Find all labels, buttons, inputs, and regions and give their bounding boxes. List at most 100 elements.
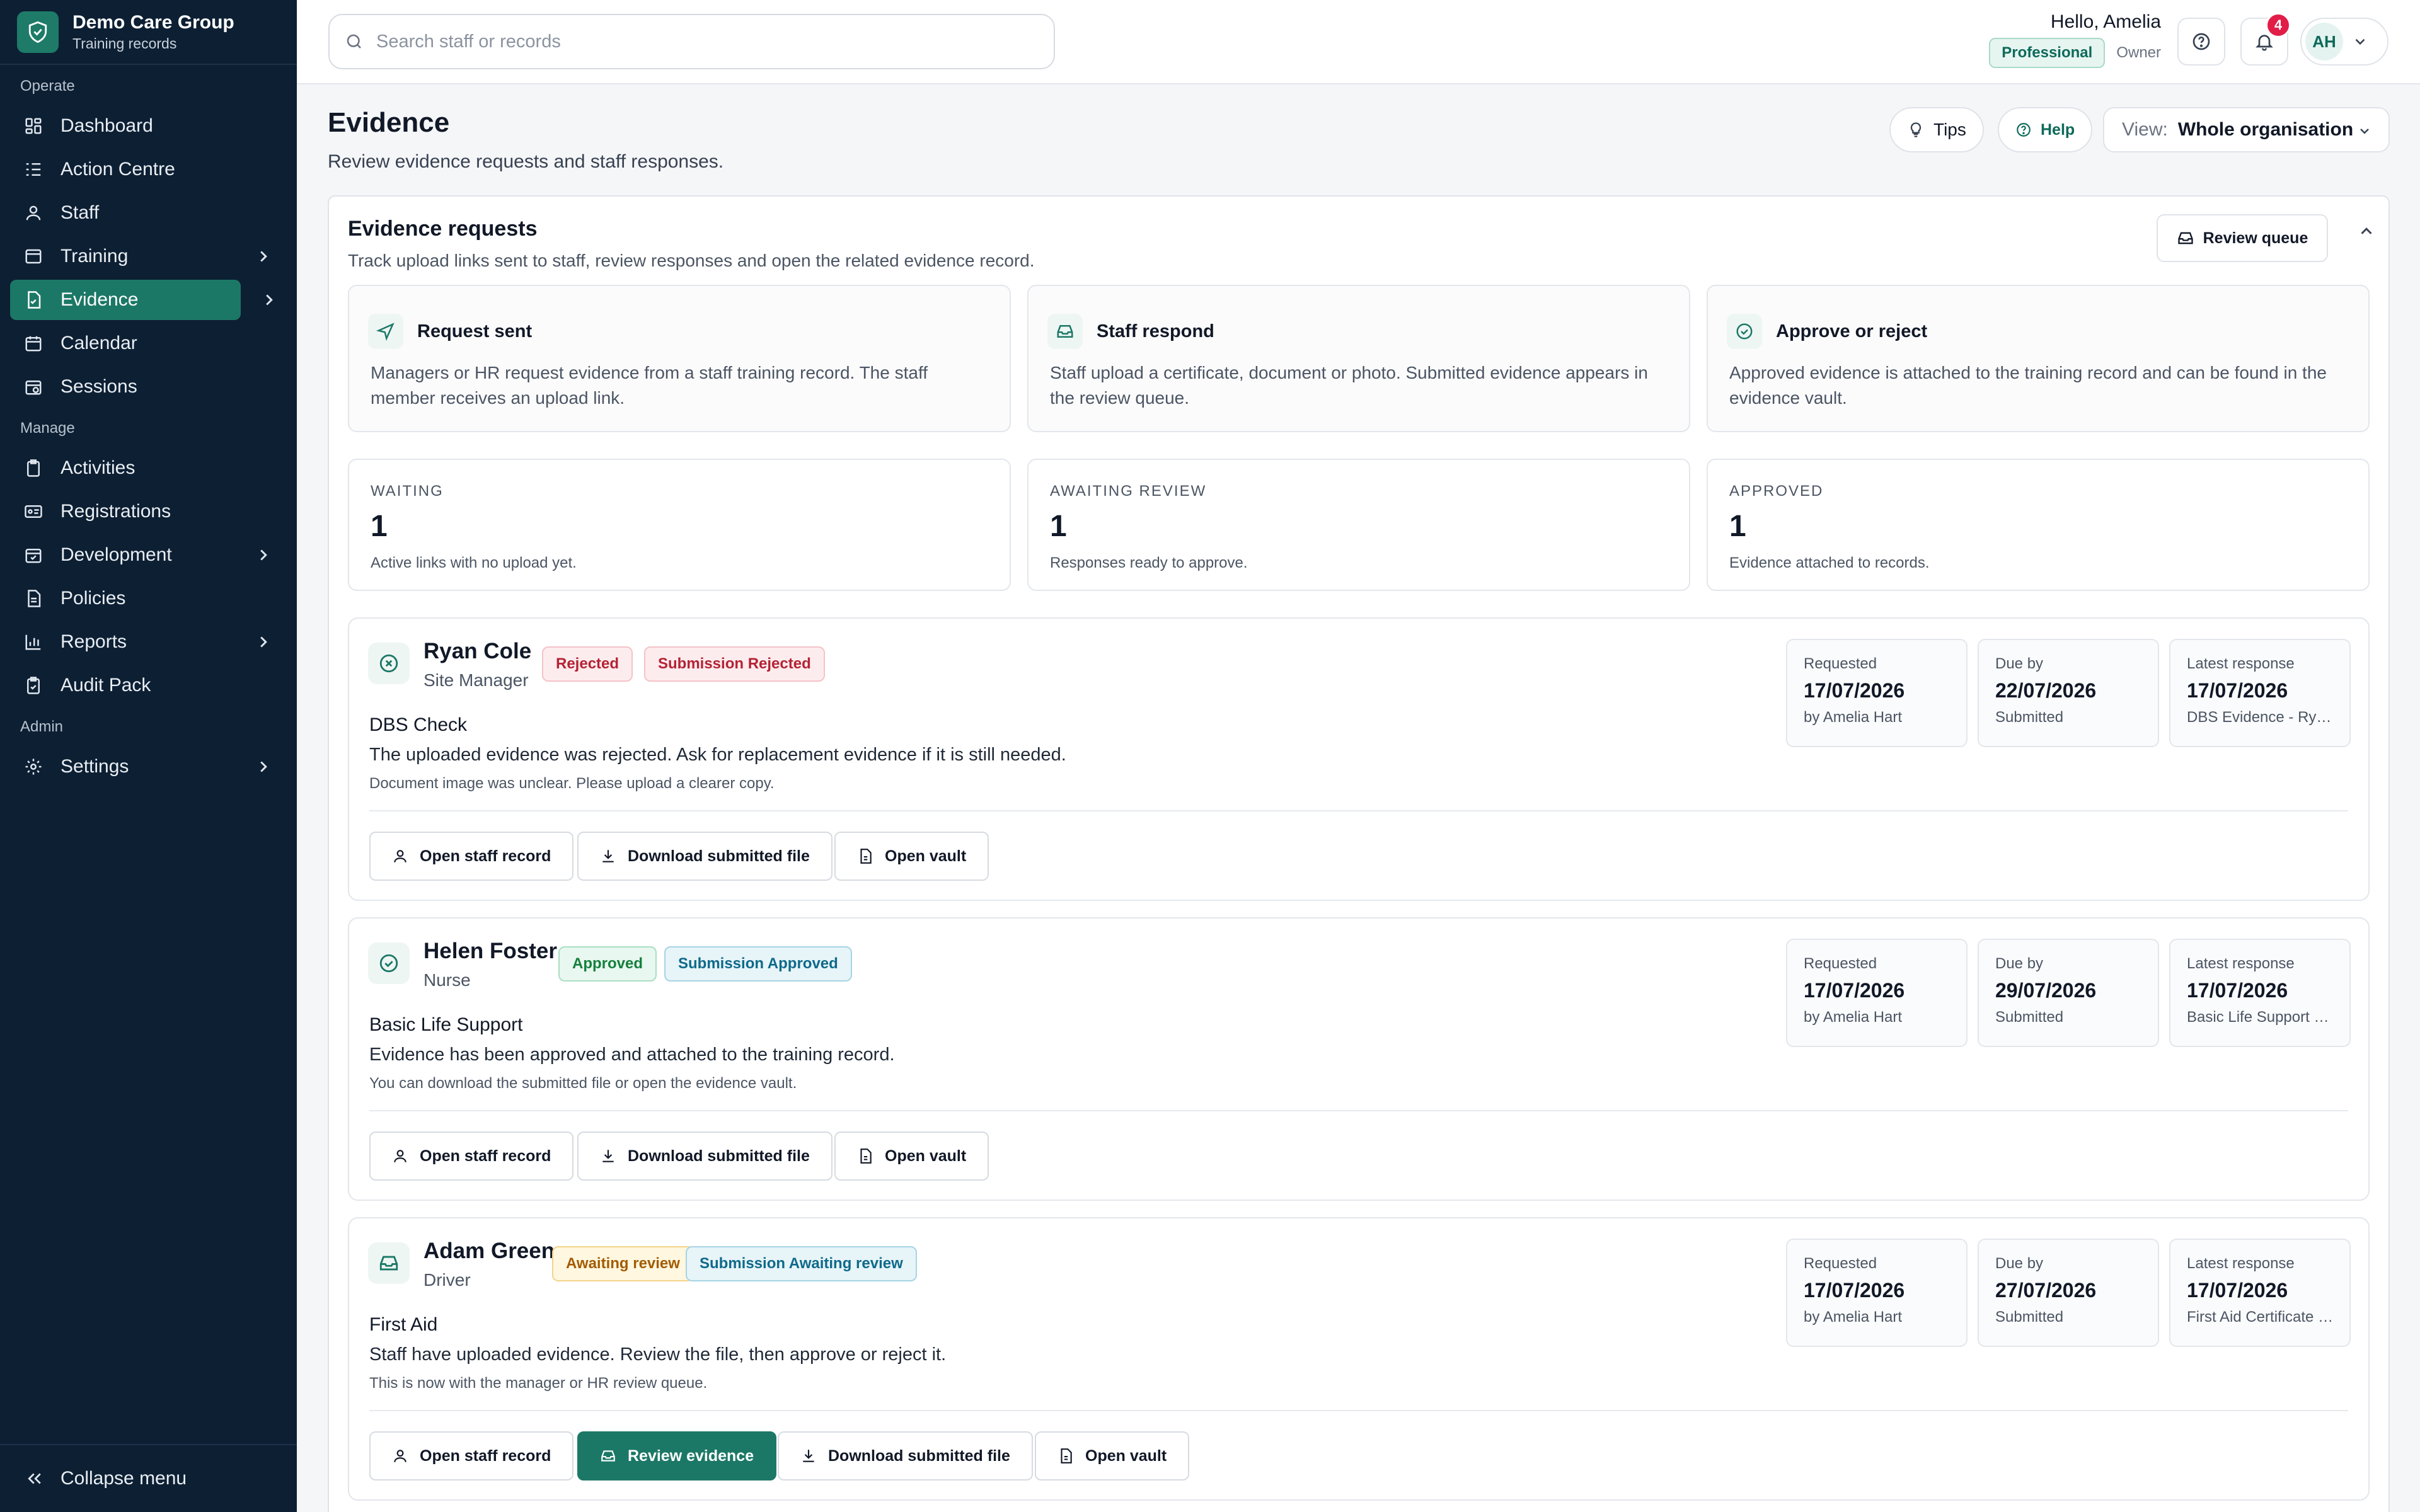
status-badge: Rejected — [542, 646, 633, 682]
meta-date: 22/07/2026 — [1995, 679, 2097, 702]
meta-label: Due by — [1995, 655, 2044, 672]
request-note: You can download the submitted file or o… — [369, 1075, 797, 1092]
meta-label: Latest response — [2187, 1255, 2295, 1272]
open-staff-record-button[interactable]: Open staff record — [369, 1431, 574, 1480]
stat-card-waiting: WAITING 1 Active links with no upload ye… — [348, 459, 1011, 591]
nav-section-admin: Admin — [20, 718, 64, 735]
plan-badge: Professional — [1989, 38, 2106, 68]
gear-icon — [23, 756, 44, 777]
meta-date: 17/07/2026 — [1804, 1279, 1905, 1302]
sidebar-item-training[interactable]: Training — [10, 236, 287, 277]
file-icon — [860, 1148, 872, 1164]
sidebar-item-evidence[interactable]: Evidence — [10, 280, 273, 320]
open-vault-button[interactable]: Open vault — [834, 1131, 989, 1181]
open-staff-record-button[interactable]: Open staff record — [369, 832, 574, 881]
chevron-down-icon — [2355, 38, 2365, 45]
user-role: Owner — [2116, 44, 2161, 61]
download-icon — [602, 850, 614, 862]
download-submitted-file-button[interactable]: Download submitted file — [577, 1131, 833, 1181]
clipboard-check-icon — [23, 675, 44, 696]
sidebar-item-label: Reports — [60, 631, 127, 652]
stat-note: Responses ready to approve. — [1050, 554, 1248, 571]
dashboard-icon — [23, 115, 44, 137]
sidebar-item-label: Policies — [60, 588, 126, 609]
sidebar-item-label: Settings — [60, 756, 129, 777]
calendar-icon — [23, 333, 44, 354]
sidebar-item-action-centre[interactable]: Action Centre — [10, 149, 287, 190]
open-staff-record-button[interactable]: Open staff record — [369, 1131, 574, 1181]
collapse-menu-button[interactable]: Collapse menu — [0, 1444, 297, 1512]
sidebar-item-settings[interactable]: Settings — [10, 747, 287, 787]
review-evidence-button[interactable]: Review evidence — [577, 1431, 777, 1480]
sidebar-item-dashboard[interactable]: Dashboard — [10, 106, 287, 146]
sidebar-item-activities[interactable]: Activities — [10, 448, 287, 488]
meta-sub: by Amelia Hart — [1804, 1309, 1903, 1326]
meta-label: Requested — [1804, 955, 1877, 972]
shield-icon — [17, 11, 59, 53]
meta-sub: by Amelia Hart — [1804, 1009, 1903, 1026]
user-menu[interactable]: AH — [2300, 18, 2388, 66]
meta-label: Due by — [1995, 955, 2044, 972]
requested-meta: Requested 17/07/2026 by Amelia Hart — [1786, 939, 1968, 1047]
latest-response-meta: Latest response 17/07/2026 Basic Life Su… — [2169, 939, 2351, 1047]
view-select[interactable]: View: Whole organisation — [2103, 107, 2390, 152]
meta-sub: Submitted — [1995, 1309, 2064, 1326]
sidebar-item-label: Training — [60, 246, 129, 266]
chevron-right-icon — [260, 251, 267, 262]
help-button[interactable] — [2177, 18, 2225, 66]
search-box[interactable] — [328, 14, 1055, 69]
stat-label: APPROVED — [1729, 483, 1824, 500]
greeting: Hello, Amelia — [2050, 11, 2161, 32]
stat-value: 1 — [371, 510, 388, 543]
sidebar-item-staff[interactable]: Staff — [10, 193, 287, 233]
notification-count-badge: 4 — [2266, 13, 2291, 38]
book-icon — [23, 246, 44, 267]
review-queue-button[interactable]: Review queue — [2157, 214, 2328, 262]
staff-role: Nurse — [424, 970, 471, 990]
sidebar-item-policies[interactable]: Policies — [10, 578, 287, 619]
x-circle-icon — [368, 643, 410, 684]
sidebar-item-registrations[interactable]: Registrations — [10, 491, 287, 532]
lightbulb-icon — [1910, 122, 1922, 137]
requested-meta: Requested 17/07/2026 by Amelia Hart — [1786, 639, 1968, 747]
chevron-right-icon — [260, 761, 267, 772]
help-link-button[interactable]: Help — [1998, 107, 2093, 152]
course-name: DBS Check — [369, 714, 468, 735]
button-label: Open vault — [885, 847, 967, 865]
button-label: Open staff record — [420, 1446, 551, 1465]
button-label: Download submitted file — [628, 847, 810, 865]
divider — [369, 810, 2348, 811]
open-vault-button[interactable]: Open vault — [834, 832, 989, 881]
chevrons-left-icon — [28, 1473, 41, 1484]
sidebar-item-label: Action Centre — [60, 159, 175, 180]
sidebar-item-sessions[interactable]: Sessions — [10, 367, 287, 407]
brand-subtitle: Training records — [72, 35, 177, 52]
sidebar-item-reports[interactable]: Reports — [10, 622, 287, 662]
request-message: Evidence has been approved and attached … — [369, 1045, 895, 1065]
download-submitted-file-button[interactable]: Download submitted file — [778, 1431, 1033, 1480]
button-label: Download submitted file — [628, 1147, 810, 1165]
file-icon — [1061, 1448, 1072, 1463]
submission-status-badge: Submission Rejected — [644, 646, 825, 682]
request-note: This is now with the manager or HR revie… — [369, 1375, 708, 1392]
sidebar-item-label: Evidence — [60, 289, 139, 310]
bar-chart-icon — [23, 631, 44, 653]
notifications-button[interactable]: 4 — [2240, 13, 2291, 66]
sidebar-item-audit-pack[interactable]: Audit Pack — [10, 665, 287, 706]
button-label: Open vault — [885, 1147, 967, 1165]
search-input[interactable] — [376, 31, 1006, 52]
chevron-up-icon[interactable] — [2357, 222, 2376, 241]
meta-date: 17/07/2026 — [1804, 979, 1905, 1002]
file-check-icon — [23, 289, 44, 311]
sidebar-item-calendar[interactable]: Calendar — [10, 323, 287, 364]
request-message: The uploaded evidence was rejected. Ask … — [369, 745, 1066, 765]
open-vault-button[interactable]: Open vault — [1035, 1431, 1190, 1480]
button-label: Open staff record — [420, 1147, 551, 1165]
brand[interactable]: Demo Care Group Training records — [0, 0, 297, 65]
meta-sub: Basic Life Support Evidence — [2187, 1009, 2338, 1026]
inbox-icon — [1047, 314, 1083, 349]
download-submitted-file-button[interactable]: Download submitted file — [577, 832, 833, 881]
sidebar-item-development[interactable]: Development — [10, 535, 287, 575]
step-body: Managers or HR request evidence from a s… — [371, 363, 928, 408]
tips-button[interactable]: Tips — [1889, 107, 1984, 152]
